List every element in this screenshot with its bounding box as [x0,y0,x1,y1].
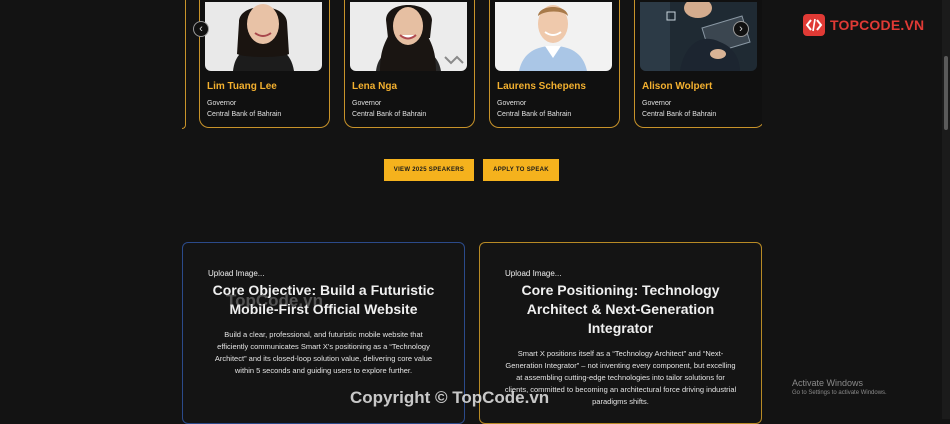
speaker-name: Lena Nga [352,81,398,92]
activate-windows-title: Activate Windows [792,378,864,388]
speaker-photo [350,2,467,71]
speaker-card[interactable]: Laurens Schepens Governor Central Bank o… [489,0,620,128]
activate-windows-subtitle: Go to Settings to activate Windows. [792,390,887,396]
speaker-card[interactable]: Alison Wolpert Governor Central Bank of … [634,0,762,128]
speaker-role: Governor [642,100,672,107]
activate-windows-notice: Activate Windows Go to Settings to activ… [792,378,887,396]
speaker-org: Central Bank of Bahrain [352,111,427,118]
speaker-name: Alison Wolpert [642,81,713,92]
speaker-card[interactable]: Lim Tuang Lee Governor Central Bank of B… [199,0,330,128]
speaker-role: Governor [207,100,237,107]
speaker-name: Lim Tuang Lee [207,81,277,92]
upload-image-label[interactable]: Upload Image... [208,269,264,278]
carousel-next-button[interactable]: › [733,21,749,37]
carousel-prev-button[interactable]: ‹ [193,21,209,37]
speaker-carousel: Lim Tuang Lee Governor Central Bank of B… [182,0,762,132]
upload-image-label[interactable]: Upload Image... [505,269,561,278]
speaker-org: Central Bank of Bahrain [497,111,572,118]
panel-text: Build a clear, professional, and futuris… [214,330,433,375]
chevron-left-icon: ‹ [199,23,203,35]
chevron-right-icon: › [739,23,743,35]
speaker-role: Governor [497,100,527,107]
topcode-logo-icon [803,14,825,36]
topcode-logo: TOPCODE.VN [802,13,924,37]
speaker-role: Governor [352,100,382,107]
logo-text: TOPCODE.VN [830,17,925,33]
speaker-card[interactable]: Lena Nga Governor Central Bank of Bahrai… [344,0,475,128]
speaker-photo [495,2,612,71]
apply-to-speak-button[interactable]: APPLY TO SPEAK [483,159,559,181]
speaker-org: Central Bank of Bahrain [642,111,717,118]
speaker-photo [205,2,322,71]
speaker-org: Central Bank of Bahrain [207,111,282,118]
watermark-copyright: Copyright © TopCode.vn [350,388,550,407]
scrollbar-thumb[interactable] [944,56,948,130]
watermark-center: TopCode.vn [226,291,323,310]
speaker-name: Laurens Schepens [497,81,586,92]
view-speakers-button[interactable]: VIEW 2025 SPEAKERS [384,159,474,181]
panel-title: Core Positioning: Technology Architect &… [521,282,720,336]
partial-speaker-card [182,0,186,129]
page-scrollbar[interactable] [942,0,950,419]
